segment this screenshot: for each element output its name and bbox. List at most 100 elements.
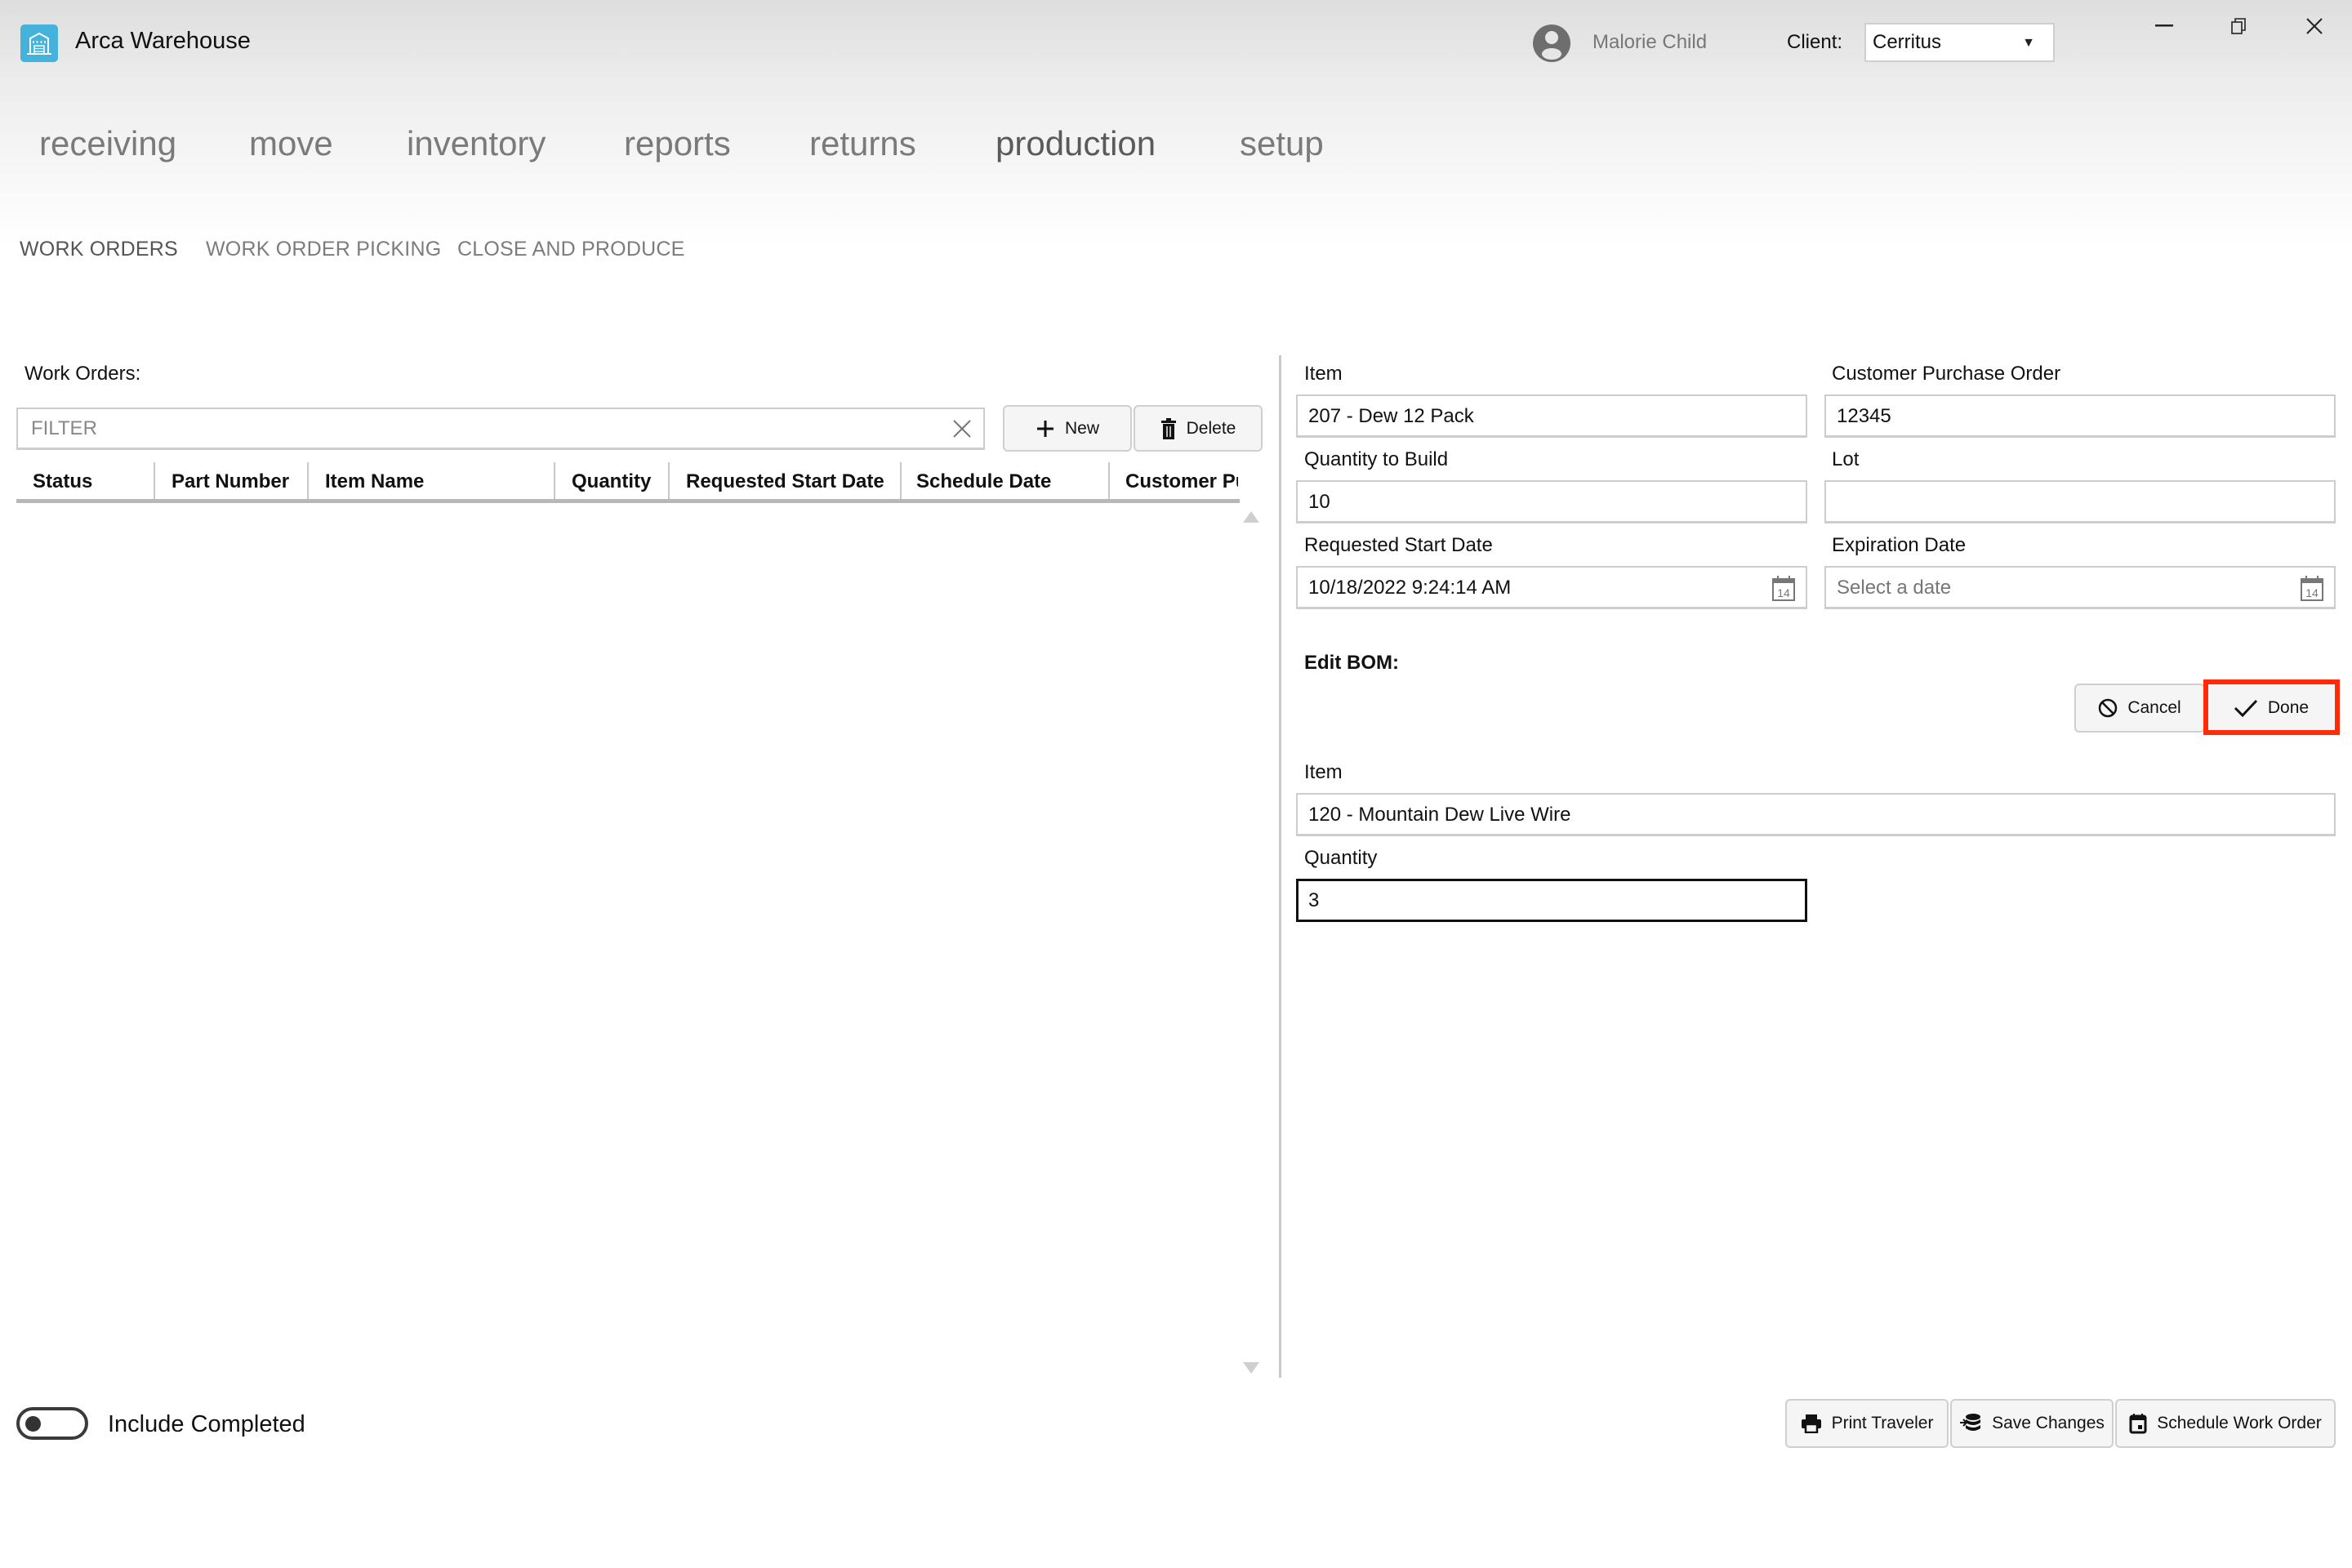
nav-inventory[interactable]: inventory (407, 124, 546, 163)
client-select[interactable]: Cerritus ▼ (1864, 23, 2055, 62)
lot-label: Lot (1832, 448, 1860, 470)
schedule-work-order-label: Schedule Work Order (2157, 1414, 2322, 1432)
checkmark-icon (2234, 699, 2257, 718)
close-icon (2306, 18, 2323, 34)
item-field[interactable] (1296, 394, 1807, 438)
nav-setup[interactable]: setup (1240, 124, 1324, 163)
print-traveler-button[interactable]: Print Traveler (1785, 1399, 1949, 1448)
done-bom-button[interactable]: Done (2207, 684, 2336, 733)
print-traveler-label: Print Traveler (1831, 1414, 1934, 1432)
work-orders-table-body[interactable] (16, 505, 1241, 1375)
include-completed-toggle[interactable] (16, 1407, 88, 1440)
quantity-to-build-input[interactable] (1298, 482, 1767, 523)
bom-quantity-input[interactable] (1298, 881, 1766, 920)
toggle-knob (25, 1416, 41, 1432)
calendar-icon[interactable]: 14 (1771, 575, 1796, 601)
client-label: Client: (1787, 31, 1843, 53)
pane-divider[interactable] (1279, 355, 1281, 1378)
calendar-day: 14 (1777, 586, 1790, 599)
column-header-quantity[interactable]: Quantity (572, 470, 651, 493)
column-header-requested-start-date[interactable]: Requested Start Date (686, 470, 884, 493)
item-label: Item (1304, 363, 1343, 385)
column-divider[interactable] (900, 462, 902, 500)
trash-icon (1160, 417, 1176, 439)
column-divider[interactable] (154, 462, 155, 500)
user-avatar-icon (1533, 24, 1570, 62)
clear-filter-icon[interactable] (949, 416, 975, 442)
subnav-work-orders[interactable]: WORK ORDERS (20, 238, 178, 261)
delete-work-order-button[interactable]: Delete (1134, 405, 1263, 452)
column-header-customer-po[interactable]: Customer Pu (1125, 470, 1238, 493)
customer-po-input[interactable] (1826, 396, 2296, 437)
column-header-schedule-date[interactable]: Schedule Date (916, 470, 1051, 493)
new-work-order-button[interactable]: New (1003, 405, 1132, 452)
cancel-icon (2099, 698, 2118, 718)
done-button-label: Done (2267, 698, 2310, 717)
column-divider[interactable] (668, 462, 670, 500)
bom-quantity-field[interactable] (1296, 879, 1807, 922)
app-title: Arca Warehouse (75, 28, 251, 54)
save-changes-button[interactable]: Save Changes (1950, 1399, 2114, 1448)
bom-item-label: Item (1304, 761, 1343, 783)
user-name[interactable]: Malorie Child (1592, 31, 1707, 54)
printer-icon (1801, 1414, 1821, 1433)
close-window-button[interactable] (2298, 11, 2331, 41)
quantity-to-build-label: Quantity to Build (1304, 448, 1449, 470)
cancel-button-label: Cancel (2127, 698, 2181, 717)
lot-input[interactable] (1826, 482, 2296, 523)
work-orders-heading: Work Orders: (24, 363, 141, 385)
customer-po-field[interactable] (1824, 394, 2336, 438)
bom-item-field[interactable] (1296, 793, 2336, 836)
lot-field[interactable] (1824, 480, 2336, 523)
nav-reports[interactable]: reports (624, 124, 731, 163)
column-header-item-name[interactable]: Item Name (325, 470, 424, 493)
scroll-down-arrow[interactable] (1243, 1362, 1259, 1374)
subnav-close-and-produce[interactable]: CLOSE AND PRODUCE (457, 238, 684, 261)
calendar-icon[interactable]: 14 (2300, 575, 2324, 601)
warehouse-icon (27, 32, 51, 55)
column-divider[interactable] (554, 462, 555, 500)
calendar-schedule-icon (2129, 1414, 2147, 1434)
expiration-date-picker[interactable]: 14 (1824, 566, 2336, 609)
database-save-icon (1960, 1414, 1981, 1431)
restore-icon (2231, 18, 2246, 34)
work-orders-table-header: Status Part Number Item Name Quantity Re… (16, 462, 1240, 500)
nav-production[interactable]: production (996, 124, 1156, 163)
requested-start-date-label: Requested Start Date (1304, 534, 1493, 556)
save-changes-label: Save Changes (1992, 1414, 2105, 1432)
requested-start-date-input[interactable] (1298, 568, 1767, 608)
column-divider[interactable] (307, 462, 309, 500)
column-header-status[interactable]: Status (33, 470, 92, 493)
new-button-label: New (1064, 418, 1099, 438)
filter-input[interactable] (18, 409, 931, 448)
plus-icon (1036, 420, 1054, 437)
include-completed-label: Include Completed (108, 1411, 305, 1437)
filter-field[interactable] (16, 408, 985, 450)
schedule-work-order-button[interactable]: Schedule Work Order (2115, 1399, 2336, 1448)
subnav-work-order-picking[interactable]: WORK ORDER PICKING (206, 238, 441, 261)
expiration-date-label: Expiration Date (1832, 534, 1967, 556)
edit-bom-heading: Edit BOM: (1304, 652, 1399, 674)
cancel-bom-button[interactable]: Cancel (2074, 684, 2205, 733)
scroll-up-arrow[interactable] (1243, 511, 1259, 523)
nav-receiving[interactable]: receiving (39, 124, 176, 163)
bom-quantity-label: Quantity (1304, 847, 1378, 869)
minimize-icon (2155, 24, 2173, 27)
quantity-to-build-field[interactable] (1296, 480, 1807, 523)
customer-po-label: Customer Purchase Order (1832, 363, 2061, 385)
restore-button[interactable] (2223, 11, 2256, 41)
bom-item-input[interactable] (1298, 795, 2305, 835)
chevron-down-icon: ▼ (2022, 36, 2035, 50)
requested-start-date-picker[interactable]: 14 (1296, 566, 1807, 609)
calendar-day: 14 (2305, 586, 2319, 599)
delete-button-label: Delete (1186, 418, 1236, 438)
item-input[interactable] (1298, 396, 1767, 437)
app-logo (20, 24, 58, 62)
table-header-underline (16, 499, 1240, 503)
minimize-button[interactable] (2148, 11, 2180, 41)
nav-move[interactable]: move (249, 124, 333, 163)
expiration-date-input[interactable] (1826, 568, 2296, 608)
column-header-part-number[interactable]: Part Number (172, 470, 289, 493)
column-divider[interactable] (1108, 462, 1110, 500)
nav-returns[interactable]: returns (809, 124, 916, 163)
